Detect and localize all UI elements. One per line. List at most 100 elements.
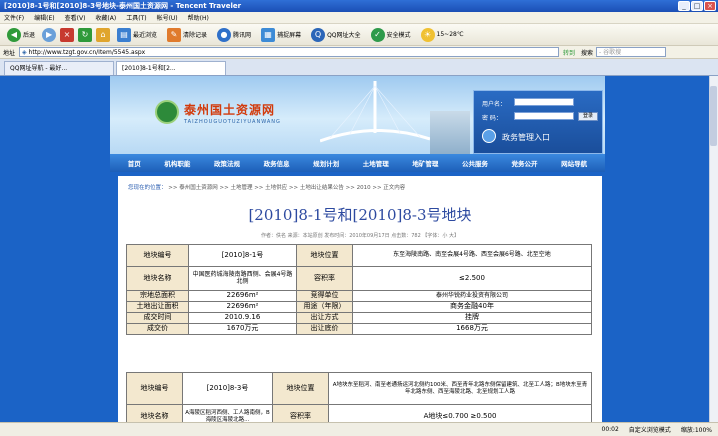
close-button[interactable]: × [704,1,716,11]
back-button[interactable]: ◀ 后退 [4,26,38,44]
forward-icon[interactable]: ▶ [42,27,57,42]
maximize-button[interactable]: □ [691,1,703,11]
toolbar: ◀ 后退 ▶ × ↻ ⌂ ▤ 最近浏览 ✎ 清除记录 ● 腾讯网 ▦ 捕捉屏幕 … [0,24,718,46]
table-cell: 容积率 [296,266,353,291]
table-cell: 出让底价 [296,323,353,335]
menu-help[interactable]: 帮助(H) [188,13,209,22]
site-name: 泰州国土资源网 [184,103,276,117]
password-input[interactable] [514,112,574,120]
user-icon [482,129,496,143]
table-cell: 成交时间 [126,312,189,324]
menu-account[interactable]: 帐号(U) [157,13,178,22]
username-input[interactable] [514,98,574,106]
status-zoom[interactable]: 缩放:100% [681,425,712,434]
bridge-illustration [320,81,430,143]
address-url: http://www.tzgt.gov.cn/Item/5545.aspx [28,48,146,56]
table-cell: 宗地总面积 [126,290,189,302]
table-cell: [2010]8-1号 [188,244,297,267]
password-label: 密 码： [482,115,502,122]
nav-service[interactable]: 公共服务 [462,158,488,168]
table-cell: 2010.9.16 [188,312,297,324]
search-input[interactable]: - 谷歌搜 [596,47,667,57]
capture-button[interactable]: ▦ 捕捉屏幕 [258,26,304,44]
go-button[interactable]: 转到 [563,48,575,57]
weather-label: 15~28℃ [436,31,464,38]
site-logo [155,100,179,124]
table-cell: 出让方式 [296,312,353,324]
nav-policy[interactable]: 政策法规 [214,158,240,168]
nav-land[interactable]: 土地管理 [363,158,389,168]
capture-label: 捕捉屏幕 [277,32,302,39]
table-cell: 成交价 [126,323,189,335]
weather-widget[interactable]: ☀ 15~28℃ [418,26,467,44]
menu-view[interactable]: 查看(V) [65,13,86,22]
safe-mode-button[interactable]: ✓ 安全模式 [368,26,414,44]
table-row: 地块名称 A海陵区稻河西侧、工人路南侧，B海陵区海陵北路... 容积率 A地块≤… [126,404,592,422]
menu-edit[interactable]: 编辑(E) [34,13,54,22]
address-input[interactable]: ◈ http://www.tzgt.gov.cn/Item/5545.aspx [19,47,560,57]
table-cell: A地块≤0.700 ≥0.500 [328,404,592,422]
table-cell: 地块名称 [126,266,189,291]
nav-plan[interactable]: 规划计划 [313,158,339,168]
site-banner: 泰州国土资源网 TAIZHOUGUOTUZIYUANWANG 用户名： 密 码：… [110,76,605,154]
back-arrow-icon: ◀ [7,27,21,42]
tab-current[interactable]: [2010]8-1号和[2... [116,61,226,75]
tencent-icon: ● [217,27,232,42]
breadcrumb-prefix: 您现在的位置： [128,185,167,191]
nav-party[interactable]: 党务公开 [512,158,538,168]
shield-icon: ✓ [370,27,385,42]
site-subname: TAIZHOUGUOTUZIYUANWANG [184,119,281,125]
scrollbar-thumb[interactable] [710,86,717,146]
search-button[interactable]: 搜索 [581,48,593,57]
address-bar: 地址 ◈ http://www.tzgt.gov.cn/Item/5545.as… [0,46,718,59]
login-button[interactable]: 登录 [578,112,598,121]
qq-links-label: QQ网址大全 [327,32,361,39]
table-cell: 东至海陵南路、南至会展4号路、西至会展6号路、北至空地 [352,244,592,267]
stop-icon[interactable]: × [60,27,75,42]
username-label: 用户名： [482,101,507,108]
land-table-8-1: 地块编号 [2010]8-1号 地块位置 东至海陵南路、南至会展4号路、西至会展… [126,244,592,335]
table-cell: A地块东至稻河、南至老通扬运河北侧约100米、西至青年北路东侧保留建筑、北至工人… [328,372,592,405]
city-buildings [430,111,470,154]
land-table-8-3: 地块编号 [2010]8-3号 地块位置 A地块东至稻河、南至老通扬运河北侧约1… [126,372,592,422]
qq-links-button[interactable]: Q QQ网址大全 [308,26,363,44]
home-icon[interactable]: ⌂ [96,27,111,42]
table-cell: [2010]8-3号 [182,372,273,405]
minimize-button[interactable]: _ [678,1,690,11]
tab-qq-nav[interactable]: QQ网址导航 - 最好... [4,61,114,75]
tab-label: [2010]8-1号和[2... [122,65,176,72]
history-label: 最近浏览 [133,32,158,39]
clear-button[interactable]: ✎ 清除记录 [164,26,210,44]
table-cell: 1670万元 [188,323,297,335]
status-mode[interactable]: 自定义浏览模式 [629,425,671,434]
breadcrumb-path[interactable]: >> 泰州国土资源网 >> 土地管理 >> 土地供应 >> 土地出让结果公告 >… [168,185,405,191]
table-cell: 地块编号 [126,372,183,405]
capture-icon: ▦ [261,27,276,42]
menu-favorites[interactable]: 收藏(A) [95,13,116,22]
menu-file[interactable]: 文件(F) [4,13,24,22]
tencent-button[interactable]: ● 腾讯网 [214,26,254,44]
table-cell: 地块位置 [296,244,353,267]
refresh-icon[interactable]: ↻ [78,27,93,42]
table-cell: 地块编号 [126,244,189,267]
history-button[interactable]: ▤ 最近浏览 [114,26,160,44]
nav-org[interactable]: 机构职能 [164,158,190,168]
nav-home[interactable]: 首页 [128,158,141,168]
table-row: 土地出让面积 22696m² 用途（年限） 商务金融40年 [126,301,592,313]
table-cell: 22696m² [188,301,297,313]
sun-icon: ☀ [420,27,435,42]
portal-link[interactable]: 政务管理入口 [502,132,550,143]
nav-mineral[interactable]: 地矿管理 [412,158,438,168]
nav-sitemap[interactable]: 网站导航 [561,158,587,168]
nav-info[interactable]: 政务信息 [264,158,290,168]
clear-icon: ✎ [167,27,182,42]
table-cell: 容积率 [272,404,329,422]
status-time: 00:02 [601,426,619,433]
menu-tools[interactable]: 工具(T) [126,13,146,22]
table-cell: 1668万元 [352,323,592,335]
qq-links-icon: Q [311,27,326,42]
address-label: 地址 [3,49,16,57]
table-row: 宗地总面积 22696m² 竞得单位 泰州华锐药业投资有限公司 [126,290,592,302]
table-cell: 中国医药城海陵南路西侧、会展4号路北侧 [188,266,297,291]
tencent-label: 腾讯网 [233,32,252,39]
